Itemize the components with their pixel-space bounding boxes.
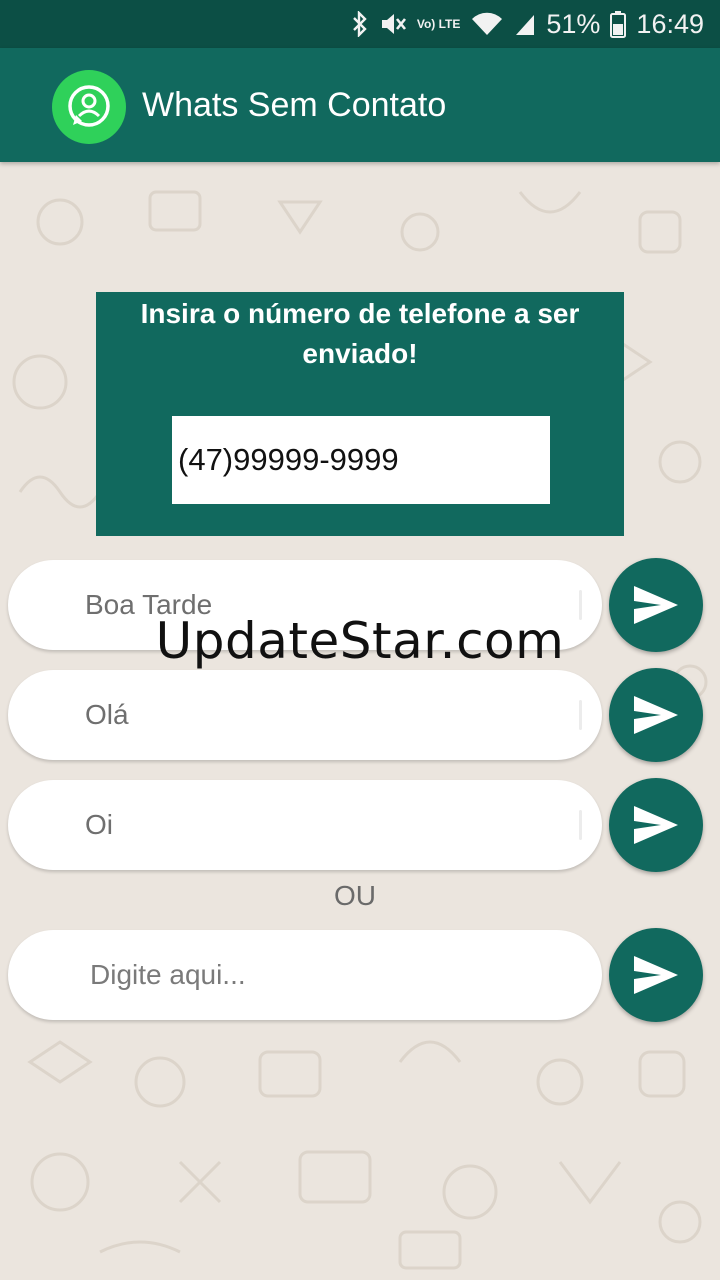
status-bar: Vo) LTE 51% 16:49 (0, 0, 720, 48)
whatsapp-logo-icon (52, 70, 126, 144)
quick-message-text: Oi (85, 809, 113, 840)
app-title: Whats Sem Contato (142, 86, 447, 124)
wifi-icon (470, 11, 504, 37)
mute-icon (379, 11, 407, 37)
status-icons: Vo) LTE 51% 16:49 (351, 0, 704, 48)
send-custom-button[interactable] (609, 928, 703, 1022)
separator-label: OU (334, 880, 376, 911)
send-icon (634, 696, 678, 734)
field-scrollbar (579, 700, 582, 730)
quick-message-text: Olá (85, 699, 129, 730)
phone-number-input[interactable] (172, 416, 550, 504)
app-bar: Whats Sem Contato (0, 48, 720, 162)
custom-message-input[interactable] (8, 930, 602, 1020)
custom-message-row (0, 928, 720, 1026)
quick-message-field[interactable]: Olá (8, 670, 602, 760)
clock: 16:49 (636, 8, 704, 39)
bluetooth-icon (351, 11, 369, 37)
send-button[interactable] (609, 668, 703, 762)
battery-icon (610, 10, 627, 38)
send-icon (634, 956, 678, 994)
field-scrollbar (579, 810, 582, 840)
phone-card: Insira o número de telefone a ser enviad… (96, 292, 624, 536)
quick-message-field[interactable]: Oi (8, 780, 602, 870)
signal-icon (514, 11, 536, 37)
volte-icon: Vo) LTE (416, 17, 461, 31)
quick-message-row: Olá (0, 668, 720, 766)
quick-message-row: Oi (0, 778, 720, 876)
send-icon (634, 806, 678, 844)
phone-card-title: Insira o número de telefone a ser enviad… (140, 298, 580, 369)
send-button[interactable] (609, 778, 703, 872)
watermark: UpdateStar.com (155, 612, 565, 670)
battery-percent: 51% (546, 8, 601, 39)
